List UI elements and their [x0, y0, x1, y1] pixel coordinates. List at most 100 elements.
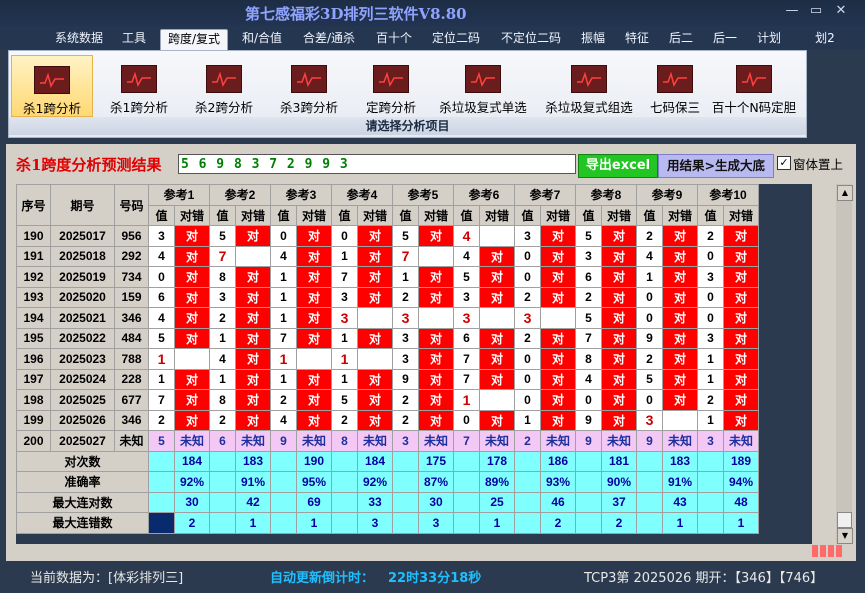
countdown: 自动更新倒计时： 22时33分18秒	[270, 567, 481, 586]
ribbon-fixed-span[interactable]: 定跨分析	[351, 55, 431, 115]
stats-spacer	[270, 512, 297, 534]
ref-value: 1	[270, 348, 297, 370]
ref-mark: 对	[235, 266, 271, 288]
prediction-digits-field[interactable]: 5 6 9 8 3 7 2 9 9 3	[178, 154, 576, 174]
menu-system-data[interactable]: 系统数据	[50, 29, 108, 49]
ref-mark: 对	[723, 409, 759, 431]
row-seq: 197	[16, 368, 51, 390]
ref-mark: 对	[296, 307, 332, 329]
ref-mark: 对	[662, 266, 698, 288]
ribbon-kill-junk-group[interactable]: 杀垃圾复式组选	[537, 55, 641, 115]
menu-last-one[interactable]: 后一	[708, 29, 742, 49]
ref-value: 1	[697, 348, 724, 370]
menu-span-compound[interactable]: 跨度/复式	[160, 29, 228, 50]
ref-mark: 对	[174, 286, 210, 308]
mark-header: 对错	[235, 204, 271, 226]
menu-hundreds-tens-units[interactable]: 百十个	[372, 29, 416, 49]
ref-mark: 对	[174, 389, 210, 411]
stats-value: 186	[540, 450, 576, 472]
ref-value: 4	[575, 368, 602, 390]
ref-mark: 对	[540, 245, 576, 267]
ribbon-seven-keep-three[interactable]: 七码保三	[643, 55, 707, 115]
pin-checkbox[interactable]: ✓	[777, 156, 791, 170]
row-period: 2025026	[50, 409, 115, 431]
ref-header: 参考9	[636, 184, 698, 206]
ribbon-kill1-span[interactable]: 杀1跨分析	[99, 55, 179, 115]
ref-mark: 对	[479, 266, 515, 288]
ref-value: 3	[514, 307, 541, 329]
minimize-icon[interactable]: —	[781, 2, 803, 20]
ref-value: 3	[575, 245, 602, 267]
menu-plan2[interactable]: 划2	[810, 29, 840, 49]
generate-base-button[interactable]: 用结果>生成大底	[658, 154, 774, 178]
export-excel-button[interactable]: 导出excel	[578, 154, 658, 178]
ref-header: 参考6	[453, 184, 515, 206]
ref-value: 3	[331, 286, 358, 308]
ref-mark	[418, 307, 454, 329]
ref-mark	[235, 245, 271, 267]
ref-value: 5	[575, 307, 602, 329]
menu-position-two[interactable]: 定位二码	[428, 29, 484, 49]
close-icon[interactable]: ✕	[830, 2, 852, 20]
ref-mark: 对	[479, 348, 515, 370]
ref-mark: 对	[540, 389, 576, 411]
ref-mark: 对	[418, 266, 454, 288]
menu-nonposition-two[interactable]: 不定位二码	[496, 29, 566, 49]
vertical-scrollbar[interactable]: ▲ ▼	[836, 184, 853, 544]
stats-value: 181	[601, 450, 637, 472]
ribbon-n-code-anchor[interactable]: 百十个N码定胆	[707, 55, 801, 115]
ref-value: 1	[209, 368, 236, 390]
ref-mark: 对	[723, 266, 759, 288]
row-seq: 192	[16, 266, 51, 288]
ribbon-kill-junk-single[interactable]: 杀垃圾复式单选	[431, 55, 535, 115]
ribbon-panel: 杀1跨分析 杀1跨分析 杀2跨分析 杀3跨分析 定跨分析 杀垃圾复式单选 杀垃圾…	[8, 50, 807, 138]
ref-value: 2	[209, 409, 236, 431]
scroll-down-icon[interactable]: ▼	[837, 528, 853, 544]
ref-mark	[174, 348, 210, 370]
menu-last-two[interactable]: 后二	[664, 29, 698, 49]
val-header: 值	[514, 204, 541, 226]
stats-spacer	[148, 491, 175, 513]
chart-icon	[34, 66, 70, 94]
menu-diff-kill[interactable]: 合差/通杀	[298, 29, 360, 49]
stats-value: 92%	[357, 471, 393, 493]
scroll-thumb[interactable]	[837, 512, 852, 528]
stats-value: 87%	[418, 471, 454, 493]
table-row: 190 2025017 956 3 对 5 对 0 对 0 对 5 对 4 3 对 5 对 2 对 2 对	[16, 225, 759, 247]
menu-tools[interactable]: 工具	[116, 29, 152, 49]
maximize-icon[interactable]: ▭	[805, 2, 827, 20]
menu-sum[interactable]: 和/合值	[236, 29, 288, 49]
stats-value: 183	[235, 450, 271, 472]
ribbon-kill3-span[interactable]: 杀3跨分析	[269, 55, 349, 115]
ref-value: 6	[453, 327, 480, 349]
ref-mark: 对	[174, 327, 210, 349]
pin-label: 窗体置上	[793, 157, 844, 172]
ref-value: 0	[636, 286, 663, 308]
ribbon-button-label: 杀3跨分析	[280, 100, 338, 115]
ref-mark: 对	[296, 245, 332, 267]
ribbon-kill1-span-active[interactable]: 杀1跨分析	[11, 55, 93, 117]
ribbon-button-label: 定跨分析	[365, 100, 416, 115]
col-period-header: 期号	[50, 184, 115, 226]
scroll-up-icon[interactable]: ▲	[837, 185, 853, 201]
stats-value: 37	[601, 491, 637, 513]
stats-spacer	[453, 450, 480, 472]
ref-value: 3	[697, 327, 724, 349]
ribbon-kill2-span[interactable]: 杀2跨分析	[184, 55, 264, 115]
row-period: 2025022	[50, 327, 115, 349]
ref-value: 3	[392, 307, 419, 329]
ref-value: 4	[636, 245, 663, 267]
ref-value: 3	[209, 286, 236, 308]
ref-header: 参考8	[575, 184, 637, 206]
stats-spacer	[636, 450, 663, 472]
menu-amplitude[interactable]: 振幅	[576, 29, 610, 49]
menu-feature[interactable]: 特征	[620, 29, 654, 49]
ref-value: 7	[270, 327, 297, 349]
row-seq: 196	[16, 348, 51, 370]
ref-value: 1	[331, 368, 358, 390]
mark-header: 对错	[662, 204, 698, 226]
ref-mark: 对	[662, 225, 698, 247]
menu-plan[interactable]: 计划	[752, 29, 786, 49]
stats-spacer	[514, 471, 541, 493]
ref-value: 5	[148, 327, 175, 349]
